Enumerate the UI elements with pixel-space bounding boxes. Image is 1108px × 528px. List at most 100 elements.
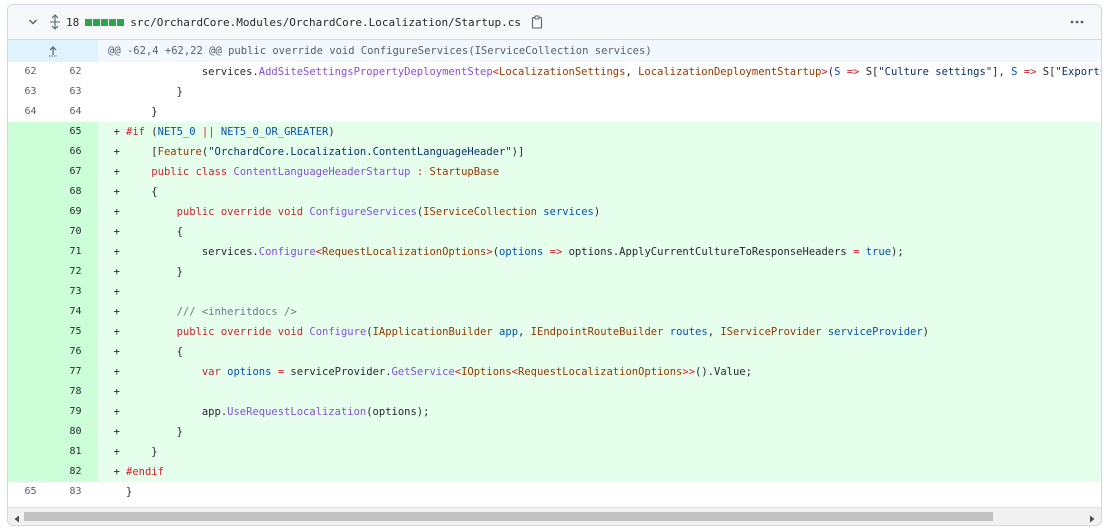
old-line-number[interactable]: [8, 162, 53, 182]
expand-up-icon[interactable]: [8, 40, 98, 62]
new-line-number[interactable]: 62: [53, 62, 98, 82]
code-token: }: [176, 86, 183, 98]
old-line-number[interactable]: [8, 202, 53, 222]
old-line-number[interactable]: [8, 442, 53, 462]
new-line-number[interactable]: 83: [53, 482, 98, 502]
code-token: ContentLanguageHeaderStartup: [233, 166, 411, 178]
new-line-number[interactable]: 70: [53, 222, 98, 242]
copy-icon[interactable]: [530, 14, 544, 30]
context-line: 64 64 }: [8, 102, 1101, 122]
new-line-number[interactable]: 79: [53, 402, 98, 422]
new-line-number[interactable]: 68: [53, 182, 98, 202]
code-content: + {: [98, 182, 1101, 202]
code-token: {: [176, 226, 183, 238]
code-content: + {: [98, 342, 1101, 362]
old-line-number[interactable]: [8, 382, 53, 402]
old-line-number[interactable]: [8, 422, 53, 442]
kebab-menu-icon[interactable]: [1067, 13, 1087, 31]
file-path[interactable]: src/OrchardCore.Modules/OrchardCore.Loca…: [130, 16, 521, 29]
new-line-number[interactable]: 72: [53, 262, 98, 282]
code-content: }: [98, 482, 1101, 502]
code-token: )]: [511, 146, 525, 158]
addition-marker: +: [113, 146, 120, 158]
new-line-number[interactable]: 74: [53, 302, 98, 322]
hunk-header-row: @@ -62,4 +62,22 @@ public override void …: [8, 40, 1101, 62]
code-token: RequestLocalizationOptions: [322, 246, 487, 258]
code-token: NET5_0_OR_GREATER: [220, 126, 329, 138]
addition-marker: +: [113, 466, 120, 478]
code-content: + }: [98, 442, 1101, 462]
code-token: IServiceProvider: [720, 326, 822, 338]
new-line-number[interactable]: 81: [53, 442, 98, 462]
old-line-number[interactable]: [8, 262, 53, 282]
new-line-number[interactable]: 80: [53, 422, 98, 442]
code-content: + }: [98, 422, 1101, 442]
old-line-number[interactable]: [8, 122, 53, 142]
code-content: + public override void ConfigureServices…: [98, 202, 1101, 222]
new-line-number[interactable]: 78: [53, 382, 98, 402]
addition-marker: +: [113, 306, 120, 318]
new-line-number[interactable]: 64: [53, 102, 98, 122]
new-line-number[interactable]: 82: [53, 462, 98, 482]
new-line-number[interactable]: 75: [53, 322, 98, 342]
old-line-number[interactable]: [8, 322, 53, 342]
old-line-number[interactable]: [8, 342, 53, 362]
file-header: 18 src/OrchardCore.Modules/OrchardCore.L…: [8, 5, 1101, 40]
scroll-left-icon[interactable]: [12, 511, 22, 523]
added-line: 75 + public override void Configure(IAppl…: [8, 322, 1101, 342]
diffstat-block: [101, 18, 109, 26]
addition-marker: +: [113, 326, 120, 338]
scroll-right-icon[interactable]: [1087, 511, 1097, 523]
new-line-number[interactable]: 76: [53, 342, 98, 362]
old-line-number[interactable]: [8, 182, 53, 202]
hunk-header: @@ -62,4 +62,22 @@ public override void …: [98, 40, 1101, 62]
code-token: GetService: [391, 366, 455, 378]
old-line-number[interactable]: 64: [8, 102, 53, 122]
horizontal-scrollbar[interactable]: [8, 507, 1101, 525]
old-line-number[interactable]: [8, 282, 53, 302]
old-line-number[interactable]: [8, 302, 53, 322]
code-token: LocalizationDeploymentStartup: [638, 66, 822, 78]
old-line-number[interactable]: 65: [8, 482, 53, 502]
old-line-number[interactable]: [8, 242, 53, 262]
code-token: ,: [707, 326, 721, 338]
new-line-number[interactable]: 67: [53, 162, 98, 182]
old-line-number[interactable]: 62: [8, 62, 53, 82]
chevron-down-icon[interactable]: [26, 15, 40, 29]
new-line-number[interactable]: 71: [53, 242, 98, 262]
code-token: Configure: [258, 246, 316, 258]
scrollbar-thumb[interactable]: [24, 512, 993, 521]
new-line-number[interactable]: 65: [53, 122, 98, 142]
diff-body: @@ -62,4 +62,22 @@ public override void …: [8, 40, 1101, 502]
context-line: 62 62 services.AddSiteSettingsPropertyDep…: [8, 62, 1101, 82]
new-line-number[interactable]: 63: [53, 82, 98, 102]
diff-file: 18 src/OrchardCore.Modules/OrchardCore.L…: [7, 4, 1102, 526]
expand-all-icon[interactable]: [48, 14, 62, 30]
old-line-number[interactable]: 63: [8, 82, 53, 102]
old-line-number[interactable]: [8, 222, 53, 242]
new-line-number[interactable]: 69: [53, 202, 98, 222]
code-token: IServiceCollection: [423, 206, 537, 218]
code-content: + public override void Configure(IApplic…: [98, 322, 1101, 342]
new-line-number[interactable]: 73: [53, 282, 98, 302]
old-line-number[interactable]: [8, 462, 53, 482]
addition-marker: +: [113, 386, 120, 398]
old-line-number[interactable]: [8, 362, 53, 382]
new-line-number[interactable]: 77: [53, 362, 98, 382]
diffstat-block: [93, 18, 101, 26]
addition-marker: +: [113, 406, 120, 418]
old-line-number[interactable]: [8, 402, 53, 422]
code-token: options: [227, 366, 272, 378]
code-token: =>: [1023, 66, 1037, 78]
code-token: ().Value;: [695, 366, 752, 378]
new-line-number[interactable]: 66: [53, 142, 98, 162]
old-line-number[interactable]: [8, 142, 53, 162]
code-token: Configure: [309, 326, 367, 338]
code-content: +: [98, 282, 1101, 302]
code-content: + #endif: [98, 462, 1101, 482]
